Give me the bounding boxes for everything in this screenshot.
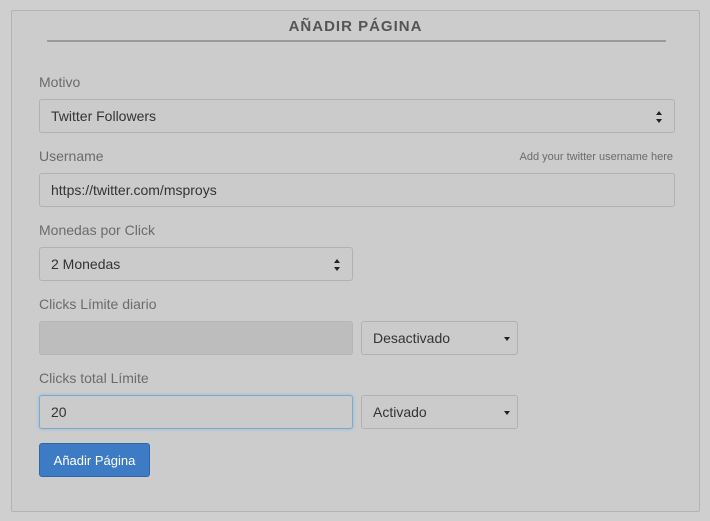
chevron-down-icon [504, 337, 510, 341]
total-limit-input[interactable]: 20 [39, 395, 353, 429]
select-updown-icon [656, 111, 663, 123]
monedas-label: Monedas por Click [39, 222, 155, 238]
chevron-down-icon [504, 411, 510, 415]
username-label: Username [39, 148, 104, 164]
monedas-select[interactable]: 2 Monedas [39, 247, 353, 281]
total-limit-status-select[interactable]: Activado [361, 395, 518, 429]
motivo-label: Motivo [39, 74, 81, 90]
daily-limit-status-value: Desactivado [373, 330, 451, 346]
add-page-button[interactable]: Añadir Página [39, 443, 150, 477]
daily-limit-input [39, 321, 353, 355]
monedas-value: 2 Monedas [51, 256, 121, 272]
motivo-select[interactable]: Twitter Followers [39, 99, 675, 133]
total-limit-value: 20 [51, 404, 67, 420]
username-input[interactable]: https://twitter.com/msproys [39, 173, 675, 207]
panel-title: AÑADIR PÁGINA [288, 18, 423, 35]
motivo-value: Twitter Followers [51, 108, 157, 124]
daily-limit-status-select[interactable]: Desactivado [361, 321, 518, 355]
select-updown-icon [334, 259, 341, 271]
username-hint: Add your twitter username here [519, 151, 673, 163]
total-limit-status-value: Activado [373, 404, 427, 420]
title-divider [47, 40, 666, 42]
total-limit-label: Clicks total Límite [39, 370, 149, 386]
add-page-panel: AÑADIR PÁGINA Motivo Twitter Followers U… [11, 10, 700, 512]
daily-limit-label: Clicks Límite diario [39, 296, 157, 312]
username-value: https://twitter.com/msproys [51, 182, 217, 198]
